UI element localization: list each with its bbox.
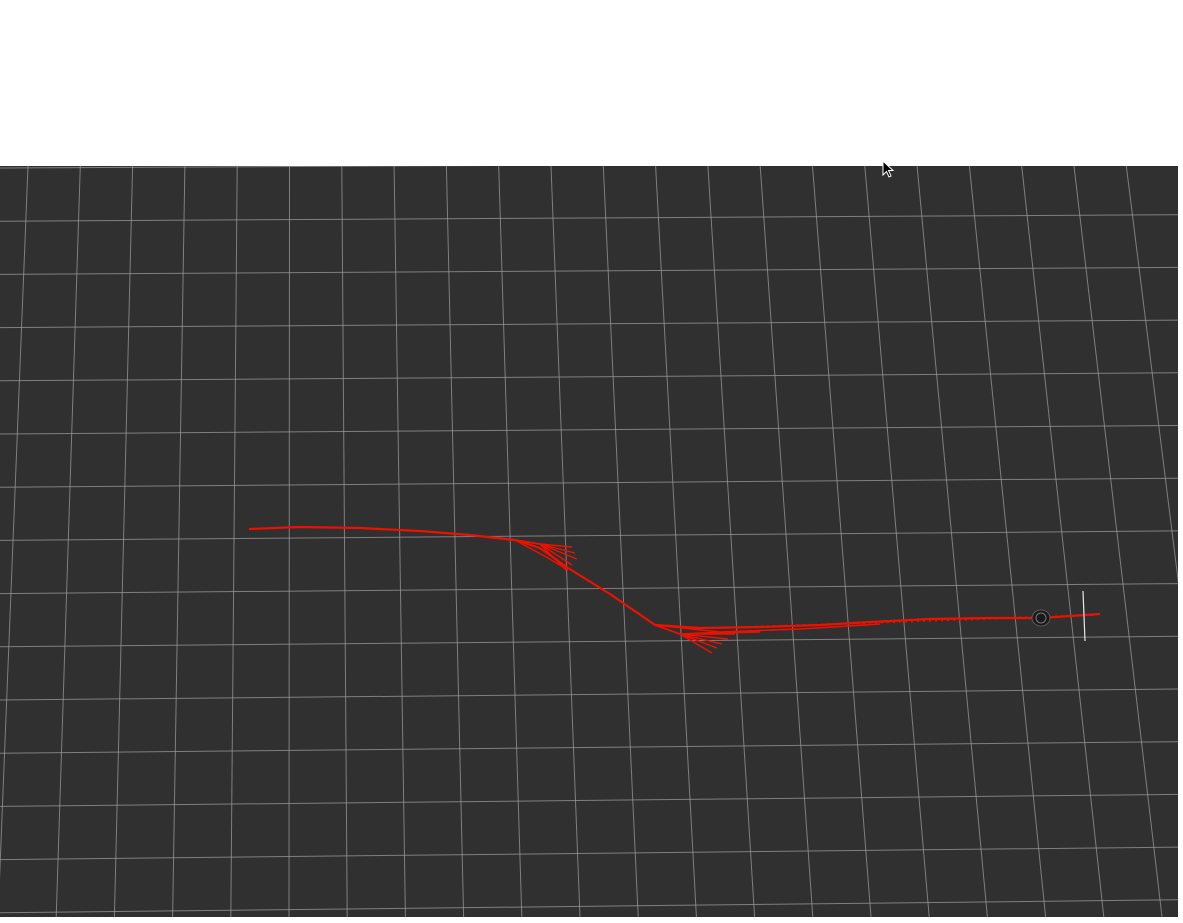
path-sample-point xyxy=(898,620,902,623)
render-viewport[interactable] xyxy=(0,166,1178,917)
path-sample-point xyxy=(982,617,986,620)
robot-model-icon xyxy=(1031,609,1051,627)
path-sample-point xyxy=(796,624,800,627)
path-sample-point xyxy=(1060,615,1064,618)
path-sample-point xyxy=(820,623,824,626)
path-sample-point xyxy=(1090,614,1094,617)
path-sample-point xyxy=(1066,614,1070,618)
path-sample-point xyxy=(940,619,944,622)
path-sample-point xyxy=(742,626,746,629)
path-sample-point xyxy=(838,622,842,625)
path-sample-point xyxy=(910,620,914,623)
path-sample-point xyxy=(1006,616,1010,620)
path-sample-point xyxy=(832,622,836,626)
path-sample-point xyxy=(874,621,878,624)
mouse-pointer-icon xyxy=(882,160,895,178)
path-sample-point xyxy=(814,623,818,626)
path-sample-point xyxy=(868,621,872,624)
path-sample-point xyxy=(946,618,950,622)
path-sample-point xyxy=(1018,616,1022,619)
path-sample-point xyxy=(778,624,782,628)
path-sample-point xyxy=(1084,614,1088,617)
path-sample-point xyxy=(922,619,926,623)
path-sample-point xyxy=(976,617,980,621)
grid-line-v xyxy=(288,166,290,917)
path-sample-point xyxy=(760,625,764,628)
path-sample-point xyxy=(862,621,866,625)
path-sample-point xyxy=(880,621,884,624)
path-sample-point xyxy=(790,624,794,627)
path-sample-point xyxy=(964,618,968,621)
path-sample-point xyxy=(904,620,908,623)
path-sample-point xyxy=(784,624,788,627)
path-sample-point xyxy=(958,618,962,621)
path-sample-point xyxy=(886,621,890,624)
path-sample-point xyxy=(1012,616,1016,619)
path-sample-point xyxy=(718,626,722,630)
path-sample-point xyxy=(748,625,752,629)
path-sample-point xyxy=(916,620,920,623)
path-sample-point xyxy=(1024,616,1028,619)
scene-canvas[interactable] xyxy=(0,166,1178,917)
path-sample-point xyxy=(1072,614,1076,617)
path-sample-point xyxy=(724,626,728,629)
path-sample-point xyxy=(952,618,956,621)
path-sample-point xyxy=(802,623,806,627)
path-sample-point xyxy=(928,619,932,622)
path-sample-point xyxy=(850,622,854,625)
path-sample-point xyxy=(736,626,740,629)
top-blank-area xyxy=(0,0,1183,166)
path-sample-point xyxy=(766,625,770,628)
path-sample-point xyxy=(934,619,938,622)
path-sample-point xyxy=(730,626,734,629)
path-sample-point xyxy=(1078,614,1082,617)
path-sample-point xyxy=(988,617,992,620)
path-sample-point xyxy=(1000,617,1004,620)
path-sample-point xyxy=(772,625,776,628)
path-sample-point xyxy=(892,620,896,624)
path-sample-point xyxy=(970,618,974,621)
path-sample-point xyxy=(994,617,998,620)
path-sample-point xyxy=(826,623,830,626)
path-sample-point xyxy=(754,625,758,628)
path-sample-point xyxy=(856,622,860,625)
path-sample-point xyxy=(844,622,848,625)
path-sample-point xyxy=(808,623,812,626)
path-sample-point xyxy=(1054,615,1058,618)
